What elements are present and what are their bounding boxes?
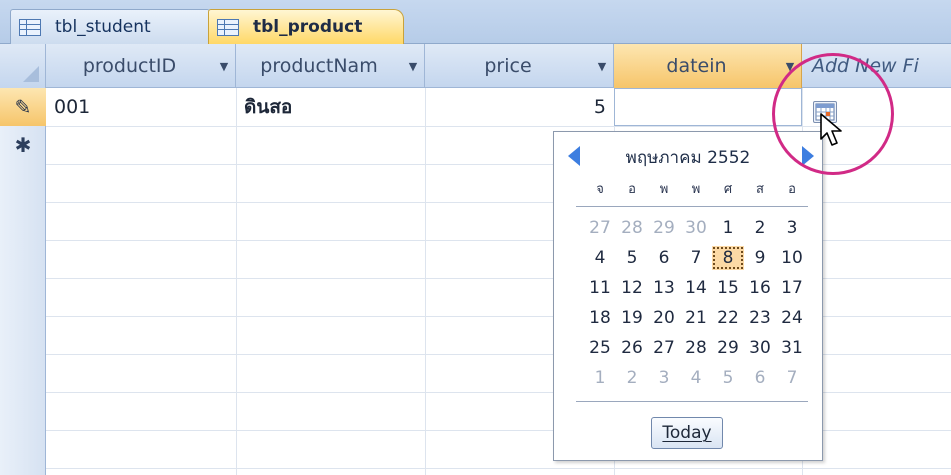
tab-label: tbl_product <box>253 17 363 37</box>
calendar-day[interactable]: 8 <box>712 246 744 270</box>
calendar-day[interactable]: 6 <box>648 246 680 270</box>
calendar-day[interactable]: 14 <box>680 276 712 300</box>
calendar-day[interactable]: 31 <box>776 336 808 360</box>
weekday-label: พ <box>659 182 669 197</box>
calendar-day[interactable]: 10 <box>776 246 808 270</box>
calendar-week-row: 4 5 6 7 8 9 10 <box>584 246 808 270</box>
dropdown-arrow-icon[interactable]: ▼ <box>402 60 424 73</box>
calendar-week-row: 27 28 29 30 1 2 3 <box>584 216 808 240</box>
column-header-row: productID ▼ productNam ▼ price ▼ datein … <box>0 44 951 88</box>
calendar-day[interactable]: 28 <box>680 336 712 360</box>
calendar-day[interactable]: 26 <box>616 336 648 360</box>
calendar-day[interactable]: 18 <box>584 306 616 330</box>
calendar-day[interactable]: 30 <box>680 216 712 240</box>
mouse-cursor-icon <box>820 113 842 146</box>
calendar-day[interactable]: 16 <box>744 276 776 300</box>
dropdown-arrow-icon[interactable]: ▼ <box>591 60 613 73</box>
record-selector-new[interactable]: ✱ <box>0 126 46 164</box>
pencil-icon: ✎ <box>14 95 32 119</box>
record-selector-editing[interactable]: ✎ <box>0 88 46 126</box>
weekday-label: อ <box>628 182 636 197</box>
calendar-day[interactable]: 20 <box>648 306 680 330</box>
calendar-day[interactable]: 25 <box>584 336 616 360</box>
calendar-day[interactable]: 2 <box>616 366 648 390</box>
calendar-day[interactable]: 28 <box>616 216 648 240</box>
calendar-day[interactable]: 13 <box>648 276 680 300</box>
calendar-day[interactable]: 21 <box>680 306 712 330</box>
calendar-day[interactable]: 7 <box>680 246 712 270</box>
dropdown-arrow-icon[interactable]: ▼ <box>213 60 235 73</box>
calendar-month-label: พฤษภาคม 2552 <box>625 147 751 168</box>
calendar-day[interactable]: 30 <box>744 336 776 360</box>
calendar-day[interactable]: 6 <box>744 366 776 390</box>
calendar-day[interactable]: 4 <box>680 366 712 390</box>
calendar-day[interactable]: 9 <box>744 246 776 270</box>
weekday-label: จ <box>596 182 604 197</box>
calendar-day[interactable]: 1 <box>712 216 744 240</box>
new-record-asterisk-icon: ✱ <box>14 133 32 157</box>
calendar-day[interactable]: 27 <box>648 336 680 360</box>
calendar-day[interactable]: 12 <box>616 276 648 300</box>
column-header-price[interactable]: price ▼ <box>425 44 614 88</box>
table-icon <box>217 18 239 36</box>
calendar-day[interactable]: 19 <box>616 306 648 330</box>
weekday-header-row: จอพพศสอ <box>584 178 808 202</box>
calendar-day[interactable]: 5 <box>616 246 648 270</box>
select-all-corner[interactable] <box>0 44 46 88</box>
column-header-productname[interactable]: productNam ▼ <box>236 44 425 88</box>
cell-productid[interactable]: 001 <box>46 88 236 126</box>
calendar-day[interactable]: 2 <box>744 216 776 240</box>
tab-tbl-product[interactable]: tbl_product <box>208 9 404 44</box>
tab-tbl-student[interactable]: tbl_student <box>10 9 210 44</box>
calendar-day[interactable]: 15 <box>712 276 744 300</box>
table-icon <box>19 18 41 36</box>
calendar-week-row: 25 26 27 28 29 30 31 <box>584 336 808 360</box>
calendar-day[interactable]: 29 <box>712 336 744 360</box>
date-picker-popup: พฤษภาคม 2552 จอพพศสอ 27 28 29 30 1 2 3 4 5 6 7 8 9 10… <box>553 131 823 461</box>
tab-label: tbl_student <box>55 17 151 37</box>
calendar-day[interactable]: 3 <box>648 366 680 390</box>
calendar-day[interactable]: 17 <box>776 276 808 300</box>
calendar-day[interactable]: 7 <box>776 366 808 390</box>
calendar-week-row: 11 12 13 14 15 16 17 <box>584 276 808 300</box>
calendar-day[interactable]: 4 <box>584 246 616 270</box>
calendar-day[interactable]: 3 <box>776 216 808 240</box>
weekday-label: ศ <box>723 182 733 197</box>
cell-datein[interactable] <box>614 88 802 126</box>
calendar-divider <box>576 401 808 402</box>
calendar-day[interactable]: 22 <box>712 306 744 330</box>
calendar-day[interactable]: 24 <box>776 306 808 330</box>
cell-productname[interactable]: ดินสอ <box>236 88 425 126</box>
weekday-label: ส <box>756 182 764 197</box>
calendar-day[interactable]: 5 <box>712 366 744 390</box>
column-header-add-new-field[interactable]: Add New Fi <box>802 44 951 88</box>
column-header-productid[interactable]: productID ▼ <box>46 44 236 88</box>
column-header-datein[interactable]: datein ▼ <box>614 44 802 88</box>
calendar-divider <box>576 206 808 207</box>
calendar-week-row: 1234567 <box>584 366 808 390</box>
calendar-day[interactable]: 23 <box>744 306 776 330</box>
record-selector-column: ✎ ✱ <box>0 88 46 475</box>
calendar-day[interactable]: 29 <box>648 216 680 240</box>
dropdown-arrow-icon[interactable]: ▼ <box>779 60 801 73</box>
next-month-arrow-icon[interactable] <box>802 146 814 166</box>
cell-price[interactable]: 5 <box>425 88 614 126</box>
object-tab-strip: tbl_student tbl_product <box>0 0 951 44</box>
calendar-day[interactable]: 1 <box>584 366 616 390</box>
today-button[interactable]: Today <box>651 417 723 449</box>
calendar-day[interactable]: 27 <box>584 216 616 240</box>
weekday-label: อ <box>788 182 796 197</box>
weekday-label: พ <box>691 182 701 197</box>
calendar-day[interactable]: 11 <box>584 276 616 300</box>
calendar-week-row: 18 19 20 21 22 23 24 <box>584 306 808 330</box>
